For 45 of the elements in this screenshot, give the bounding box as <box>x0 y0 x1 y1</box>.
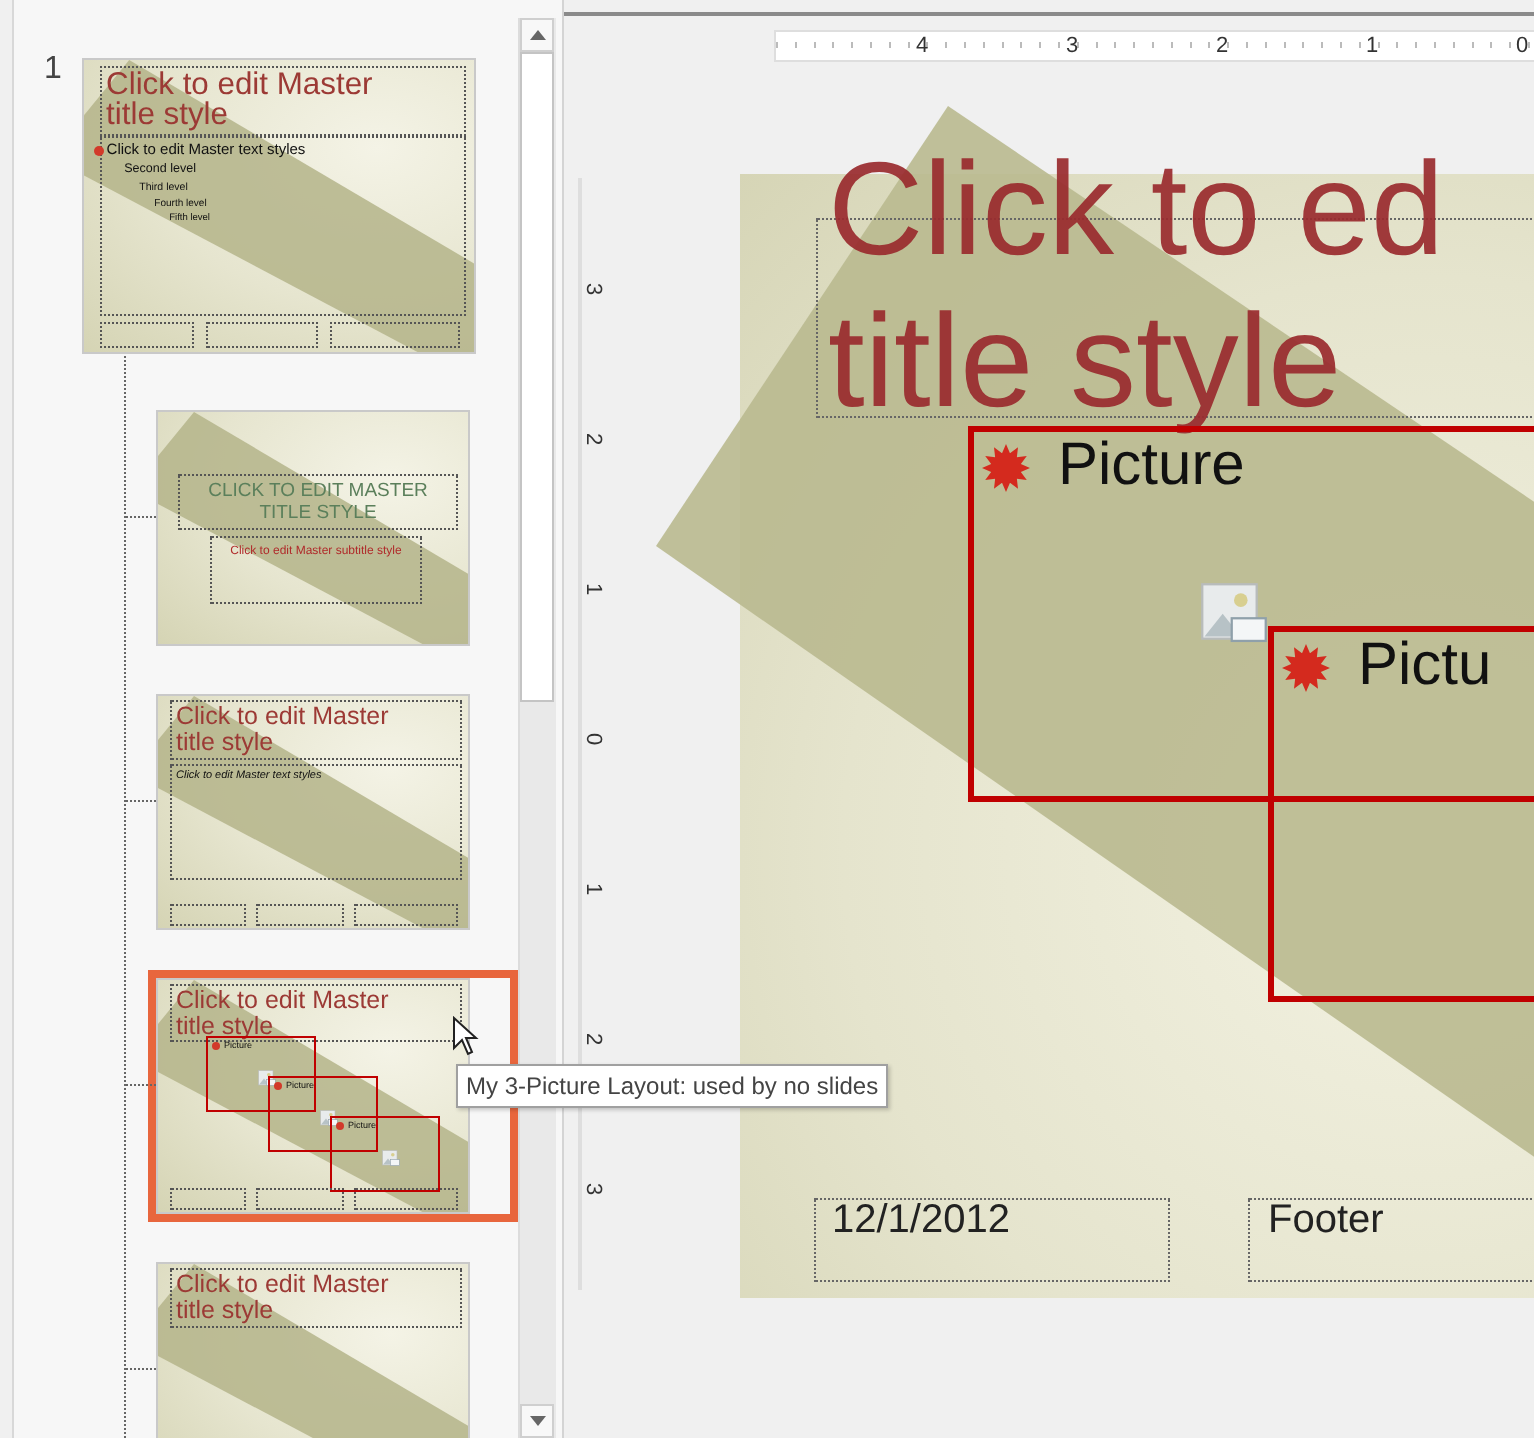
date-placeholder <box>99 321 195 349</box>
bullet-icon <box>274 1082 282 1091</box>
footer-placeholder <box>256 1188 344 1211</box>
picture-placeholder-icon <box>382 1150 400 1169</box>
picture-placeholder <box>206 1036 316 1113</box>
thumbnail-title: Click to edit Master title style <box>176 988 391 1039</box>
footer-placeholder <box>256 904 344 927</box>
down-arrow-icon <box>529 1416 545 1426</box>
ruler-label: 1 <box>581 882 604 896</box>
picture-placeholder <box>268 1076 378 1153</box>
footer-text: Footer <box>1268 1198 1384 1244</box>
date-placeholder <box>170 1188 246 1211</box>
cursor-icon <box>452 1016 480 1056</box>
slide-title: Click to ed <box>828 142 1445 274</box>
ruler-label: 2 <box>1216 32 1229 60</box>
bullet-icon <box>336 1122 344 1131</box>
picture-placeholder <box>330 1116 440 1193</box>
thumbnail-title: Click to edit Master title style <box>176 704 391 755</box>
bullet-icon <box>212 1042 220 1051</box>
scroll-down-button[interactable] <box>520 1404 554 1438</box>
scroll-up-button[interactable] <box>520 18 554 52</box>
ruler-label: 2 <box>581 432 604 446</box>
ruler-label: 3 <box>1066 32 1079 60</box>
ruler-label: 3 <box>581 282 604 296</box>
ruler-label: 1 <box>581 582 604 596</box>
slide-number: 1 <box>44 52 62 88</box>
page-number-placeholder <box>354 1188 458 1211</box>
thumbnail-title: Click to edit Master title style <box>176 1272 391 1323</box>
text-level: Click to edit Master text styles <box>106 140 306 159</box>
bullet-icon <box>94 145 105 156</box>
date-placeholder <box>170 904 246 927</box>
scroll-thumb[interactable] <box>520 52 554 702</box>
page-number-placeholder <box>329 321 461 349</box>
ruler-label: 2 <box>581 1032 604 1046</box>
up-arrow-icon <box>529 30 545 40</box>
ruler-label: 0 <box>581 732 604 746</box>
date-text: 12/1/2012 <box>832 1198 1010 1244</box>
ruler-label: 3 <box>581 1182 604 1196</box>
ruler-label: 1 <box>1366 32 1379 60</box>
thumbnail-title: Click to edit Master title style <box>106 69 375 133</box>
ruler-label: 4 <box>916 32 929 60</box>
ruler-label: 0 <box>1516 32 1529 60</box>
page-number-placeholder <box>354 904 458 927</box>
tooltip: My 3-Picture Layout: used by no slides <box>456 1064 889 1108</box>
footer-placeholder <box>206 321 318 349</box>
